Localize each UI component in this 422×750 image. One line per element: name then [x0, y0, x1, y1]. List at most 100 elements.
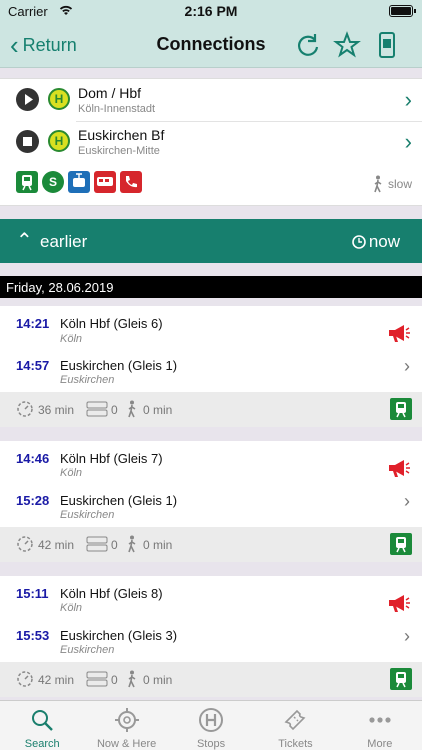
chevron-right-icon: › [404, 129, 412, 154]
s-bahn-icon[interactable]: S [42, 171, 64, 193]
back-button[interactable]: ‹ Return [10, 30, 77, 60]
ticket-icon [284, 709, 306, 731]
connection-card[interactable]: 14:46 Köln Hbf (Gleis 7) Köln 15:28 Eusk… [0, 441, 422, 562]
stop-h-icon: H [48, 88, 70, 110]
duration: 42 min [38, 673, 75, 687]
chevron-right-icon: › [404, 356, 410, 376]
nav-bar: ‹ Return Connections [0, 22, 422, 68]
walk-time: 0 min [143, 538, 173, 552]
refresh-icon[interactable] [293, 30, 323, 60]
tab-label: Stops [196, 738, 226, 750]
walking-person-icon [128, 670, 136, 688]
arrival-city: Euskirchen [60, 644, 115, 656]
tab-label: Now & Here [96, 738, 157, 750]
chevron-up-icon: ⌃ [16, 230, 33, 252]
departure-station: Köln Hbf (Gleis 8) [60, 586, 163, 601]
departure-station: Köln Hbf (Gleis 7) [60, 451, 163, 466]
connection-card[interactable]: 14:21 Köln Hbf (Gleis 6) Köln 14:57 Eusk… [0, 306, 422, 427]
phone-taxi-icon[interactable] [120, 171, 142, 193]
megaphone-alert-icon[interactable] [386, 322, 410, 344]
duration-icon [17, 671, 33, 687]
connection-card[interactable]: 15:11 Köln Hbf (Gleis 8) Köln 15:53 Eusk… [0, 576, 422, 697]
departure-station: Köln Hbf (Gleis 6) [60, 316, 163, 331]
departure-time: 14:46 [16, 451, 50, 466]
more-icon [369, 717, 391, 723]
search-icon [32, 710, 54, 731]
date-header: Friday, 28.06.2019 [0, 276, 422, 298]
arrival-time: 14:57 [16, 358, 50, 373]
chevron-right-icon: › [404, 626, 410, 646]
tab-more[interactable]: More [338, 701, 422, 750]
walk-speed[interactable]: slow [372, 175, 412, 193]
status-bar: Carrier 2:16 PM [0, 0, 422, 22]
walking-person-icon [128, 535, 136, 553]
departure-time: 15:11 [16, 586, 49, 601]
chevron-right-icon: › [404, 87, 412, 112]
departure-city: Köln [60, 333, 83, 345]
walking-person-icon [374, 175, 382, 193]
transport-mode-filters: S [16, 171, 142, 193]
arrival-time: 15:53 [16, 628, 50, 643]
connection-summary: 36 min 0 0 min [0, 392, 422, 427]
now-label: now [368, 232, 400, 251]
tab-label: Tickets [278, 738, 313, 750]
connection-request-panel: H Dom / Hbf Köln-Innenstadt › H Euskirch… [0, 78, 422, 206]
tab-label: Search [24, 738, 60, 750]
changes-count: 0 [111, 403, 118, 417]
transfer-icon [86, 536, 108, 552]
arrival-city: Euskirchen [60, 374, 115, 386]
stop-icon [199, 708, 224, 732]
earlier-button-label: earlier [40, 232, 88, 251]
battery-icon [389, 5, 416, 17]
now-button[interactable]: now [351, 232, 400, 252]
origin-row[interactable]: H Dom / Hbf Köln-Innenstadt › [0, 79, 422, 121]
stop-h-icon: H [48, 130, 70, 152]
regional-train-icon [390, 533, 412, 555]
tab-stops[interactable]: Stops [169, 701, 253, 750]
tab-tickets[interactable]: Tickets [253, 701, 337, 750]
clock-icon [352, 235, 366, 249]
back-label: Return [22, 34, 77, 55]
end-icon [16, 130, 39, 153]
walk-time: 0 min [143, 403, 173, 417]
departure-city: Köln [60, 602, 83, 614]
regional-train-icon[interactable] [16, 171, 38, 193]
walking-person-icon [128, 400, 136, 418]
origin-district: Köln-Innenstadt [78, 103, 156, 115]
favorite-star-icon[interactable] [332, 30, 362, 60]
origin-name: Dom / Hbf [78, 85, 142, 101]
chevron-left-icon: ‹ [10, 30, 19, 60]
departure-time: 14:21 [16, 316, 50, 331]
earlier-bar[interactable]: ⌃ earlier now [0, 219, 422, 263]
destination-name: Euskirchen Bf [78, 127, 165, 143]
arrival-city: Euskirchen [60, 509, 115, 521]
crosshair-icon [114, 708, 139, 732]
megaphone-alert-icon[interactable] [386, 592, 410, 614]
phone-ticket-icon[interactable] [372, 30, 402, 60]
clock: 2:16 PM [184, 3, 238, 19]
tab-bar: Search Now & Here Stops Tickets More [0, 700, 422, 750]
transfer-icon [86, 401, 108, 417]
walk-speed-label: slow [387, 177, 412, 191]
changes-count: 0 [111, 673, 118, 687]
destination-row[interactable]: H Euskirchen Bf Euskirchen-Mitte › [0, 121, 422, 163]
start-icon [16, 88, 39, 111]
regional-train-icon [390, 668, 412, 690]
duration-icon [17, 401, 33, 417]
departure-city: Köln [60, 467, 83, 479]
walk-time: 0 min [143, 673, 173, 687]
bus-icon[interactable] [94, 171, 116, 193]
tram-icon[interactable] [68, 171, 90, 193]
tab-now-here[interactable]: Now & Here [84, 701, 168, 750]
megaphone-alert-icon[interactable] [386, 457, 410, 479]
chevron-right-icon: › [404, 491, 410, 511]
arrival-station: Euskirchen (Gleis 3) [60, 628, 178, 643]
duration: 36 min [38, 403, 75, 417]
duration: 42 min [38, 538, 75, 552]
destination-district: Euskirchen-Mitte [78, 145, 160, 157]
arrival-station: Euskirchen (Gleis 1) [60, 493, 178, 508]
tab-search[interactable]: Search [0, 701, 84, 750]
connection-summary: 42 min 0 0 min [0, 662, 422, 697]
arrival-time: 15:28 [16, 493, 50, 508]
changes-count: 0 [111, 538, 118, 552]
